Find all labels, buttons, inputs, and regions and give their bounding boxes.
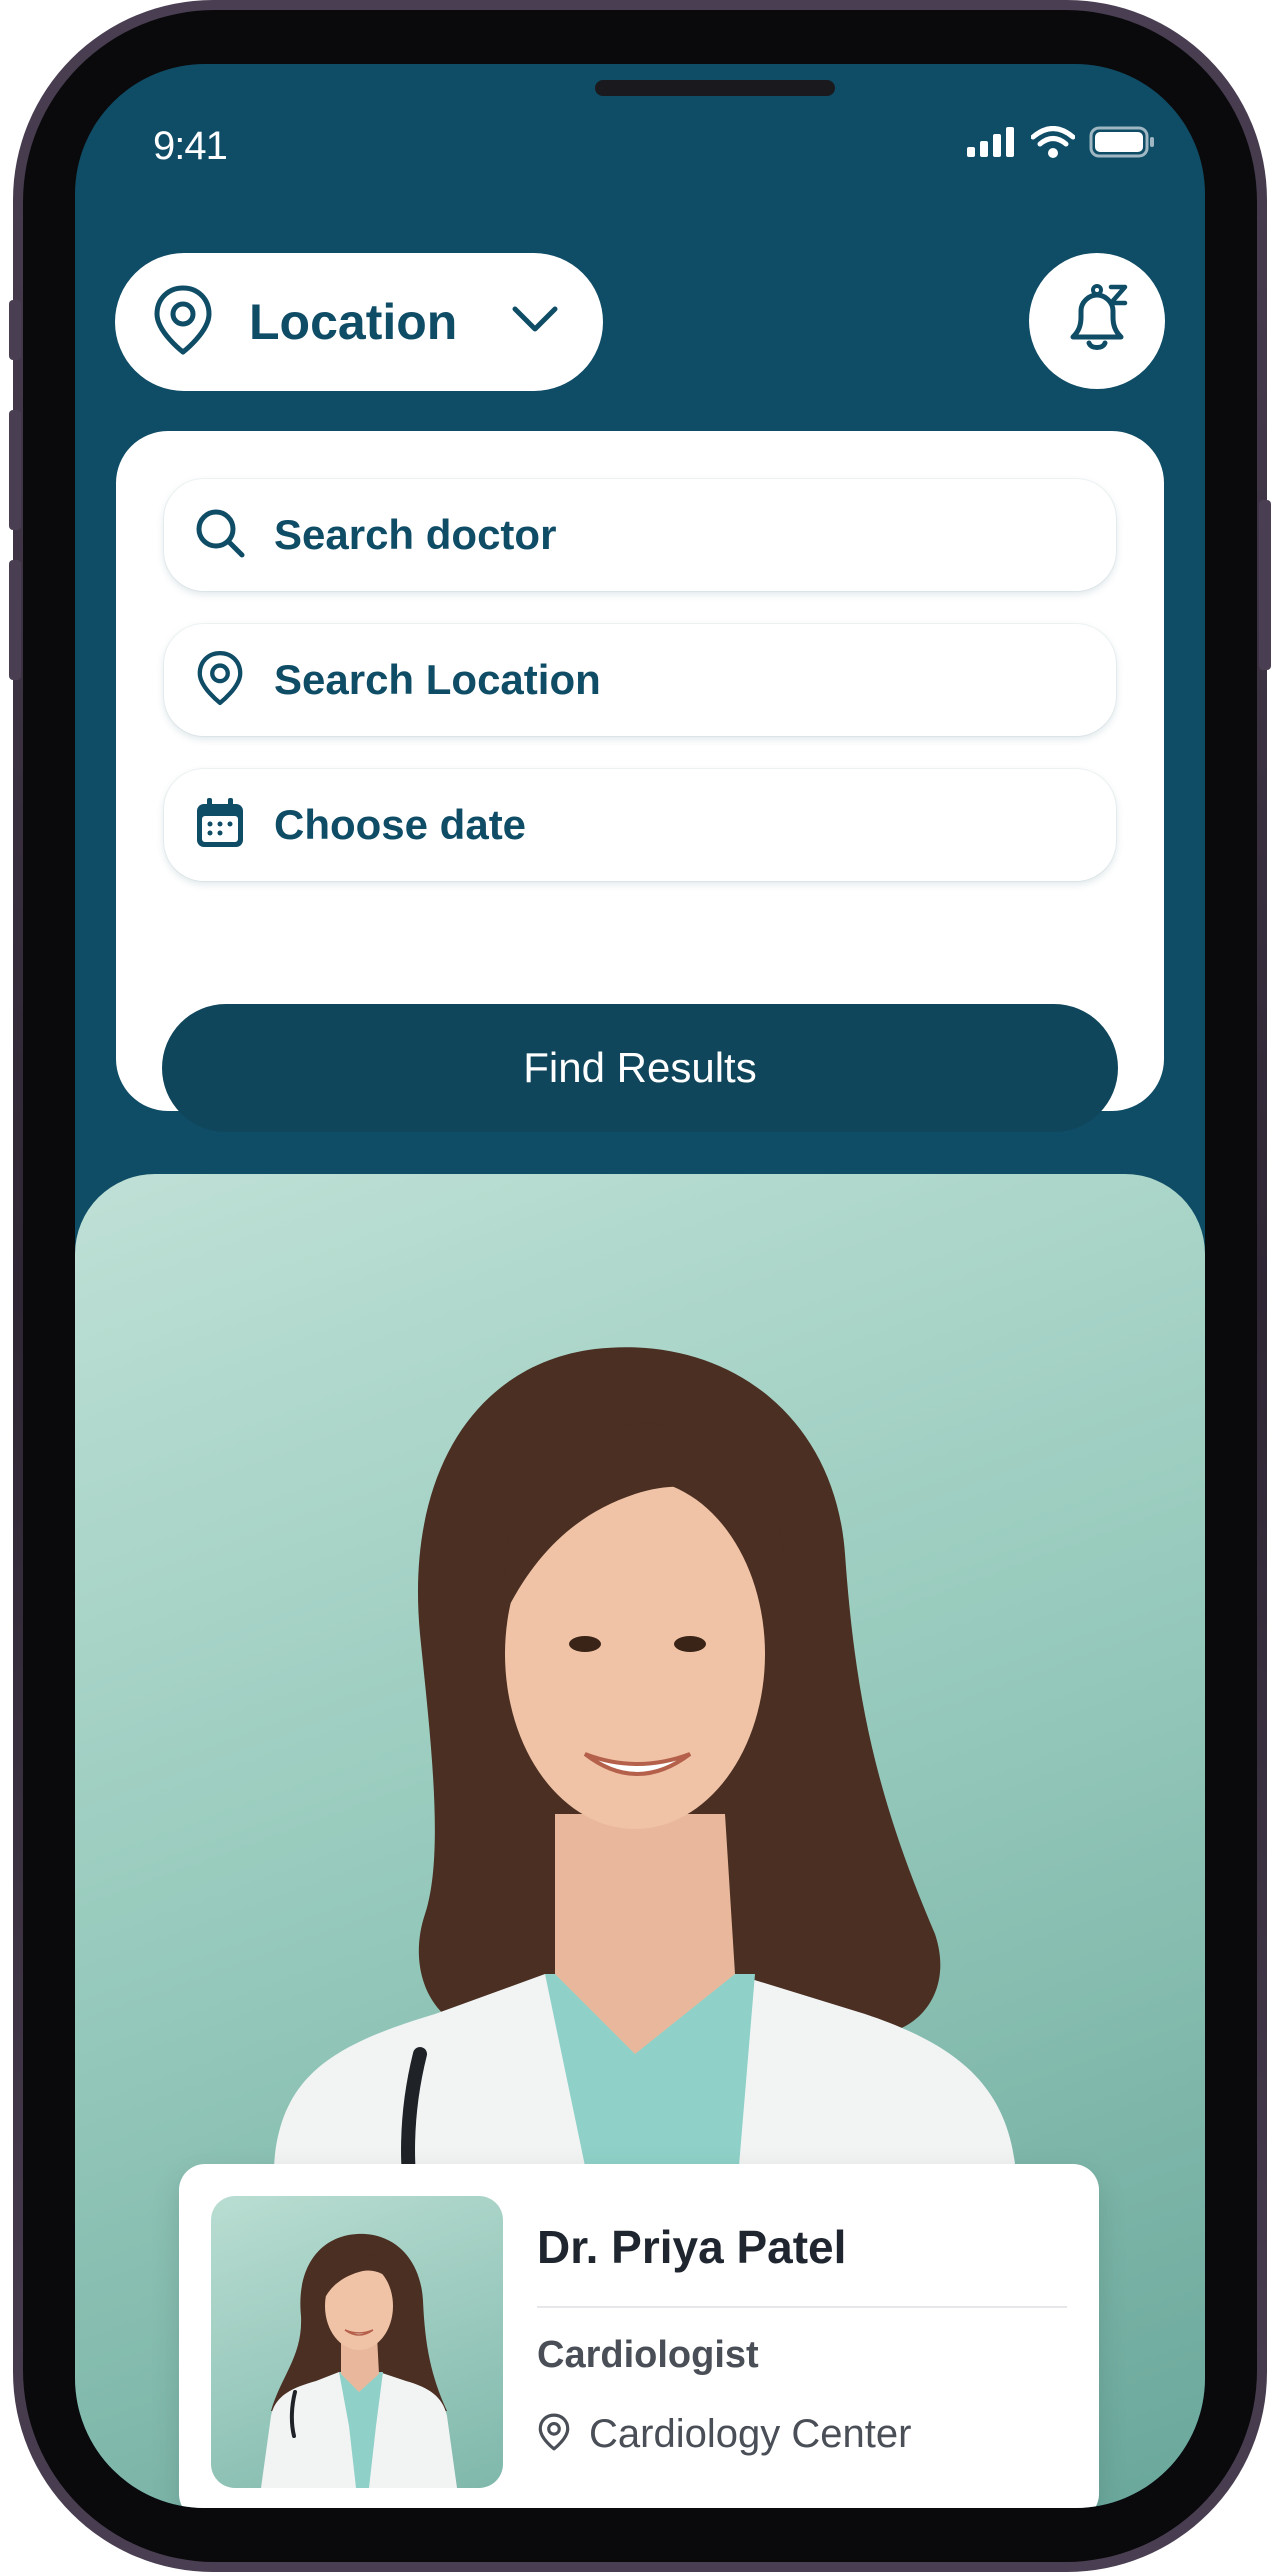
- doctor-location-text: Cardiology Center: [589, 2412, 912, 2456]
- doctor-location: Cardiology Center: [537, 2412, 911, 2457]
- chevron-down-icon: [509, 299, 561, 344]
- volume-down-button: [9, 560, 21, 680]
- find-results-button[interactable]: Find Results: [162, 1004, 1118, 1132]
- status-time: 9:41: [153, 124, 228, 168]
- search-location-field[interactable]: Search Location: [164, 624, 1116, 736]
- app-screen: 9:41 Location Search doctor Search Locat…: [75, 64, 1205, 2508]
- notifications-button[interactable]: [1029, 253, 1165, 389]
- search-doctor-field[interactable]: Search doctor: [164, 479, 1116, 591]
- doctor-specialty: Cardiologist: [537, 2334, 759, 2376]
- search-icon: [194, 507, 246, 564]
- doctor-name: Dr. Priya Patel: [537, 2221, 847, 2273]
- choose-date-placeholder: Choose date: [274, 801, 527, 848]
- location-selector[interactable]: Location: [115, 253, 603, 391]
- map-pin-icon: [151, 284, 215, 361]
- map-pin-icon: [194, 650, 246, 711]
- status-icons: [967, 126, 1155, 163]
- featured-doctor-hero[interactable]: Dr. Priya Patel Cardiologist Cardiology …: [75, 1174, 1205, 2508]
- search-doctor-placeholder: Search doctor: [274, 511, 557, 558]
- calendar-icon: [194, 796, 246, 855]
- map-pin-icon: [537, 2413, 571, 2456]
- power-button: [1259, 500, 1271, 670]
- location-selector-label: Location: [249, 294, 458, 350]
- battery-icon: [1089, 126, 1155, 163]
- speaker-notch: [595, 80, 835, 96]
- signal-icon: [967, 127, 1017, 162]
- choose-date-field[interactable]: Choose date: [164, 769, 1116, 881]
- search-card: Search doctor Search Location Choose dat…: [116, 431, 1164, 1132]
- volume-up-button: [9, 410, 21, 530]
- card-divider: [537, 2306, 1067, 2308]
- search-location-placeholder: Search Location: [274, 656, 601, 703]
- doctor-card[interactable]: Dr. Priya Patel Cardiologist Cardiology …: [179, 2164, 1099, 2508]
- mute-switch: [9, 300, 21, 360]
- wifi-icon: [1030, 126, 1076, 163]
- bell-snooze-icon: [1059, 281, 1135, 362]
- doctor-thumbnail: [211, 2196, 503, 2488]
